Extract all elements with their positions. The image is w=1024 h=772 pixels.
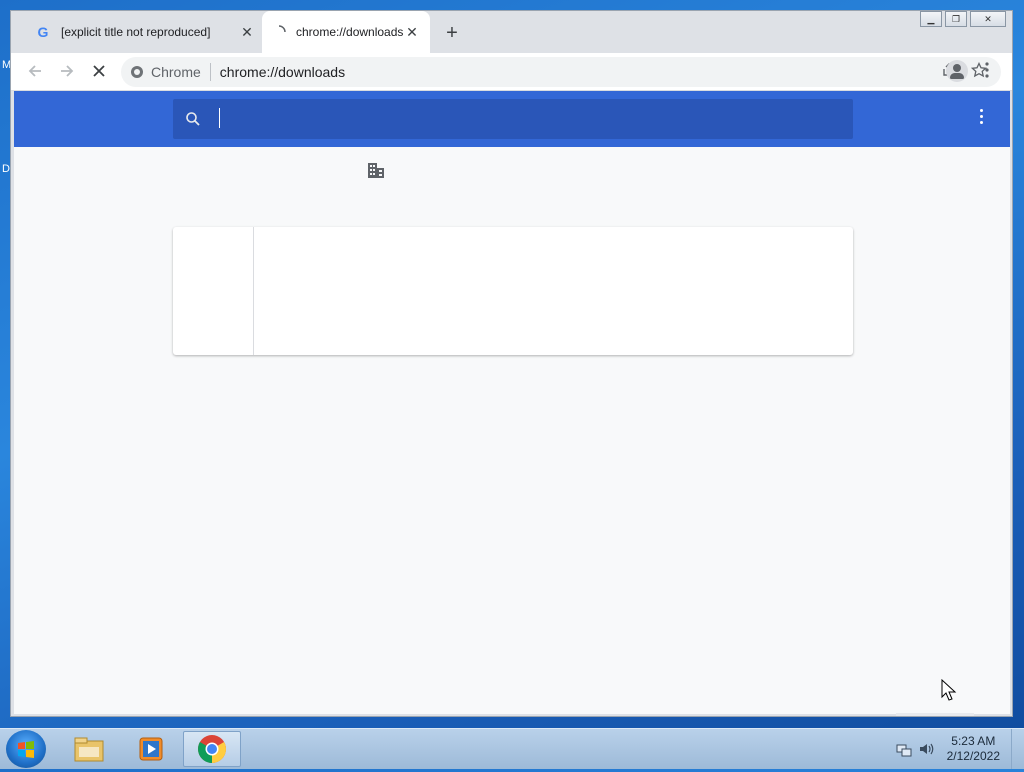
back-button[interactable]	[25, 62, 45, 82]
tab-downloads[interactable]: chrome://downloads ✕	[262, 11, 430, 53]
new-tab-button[interactable]: +	[441, 23, 463, 43]
file-explorer-icon	[74, 737, 104, 762]
stop-loading-button[interactable]	[89, 62, 109, 82]
stop-x-icon	[93, 65, 105, 77]
taskbar: 5:23 AM 2/12/2022	[0, 728, 1024, 769]
tab-close-icon[interactable]: ✕	[239, 24, 255, 41]
chrome-page-icon	[131, 66, 143, 78]
google-g-icon: G	[37, 24, 49, 40]
downloads-more-button[interactable]	[978, 109, 984, 129]
clock-time: 5:23 AM	[951, 734, 996, 748]
media-player-icon	[139, 737, 163, 761]
network-icon[interactable]	[896, 741, 912, 757]
system-tray: 5:23 AM 2/12/2022	[884, 729, 1024, 769]
clock-date: 2/12/2022	[946, 749, 1000, 763]
taskbar-clock[interactable]: 5:23 AM 2/12/2022	[947, 734, 1000, 764]
tab-title: chrome://downloads	[296, 25, 404, 39]
site-label: Chrome	[151, 64, 201, 80]
chrome-icon	[198, 735, 226, 763]
mouse-cursor-icon	[941, 679, 957, 701]
tab-strip: G [explicit title not reproduced] ✕ chro…	[11, 11, 1012, 53]
chrome-menu-button[interactable]	[977, 62, 997, 82]
profile-avatar-icon[interactable]	[946, 60, 968, 82]
forward-arrow-icon	[61, 65, 74, 77]
browser-toolbar: Chrome chrome://downloads	[11, 53, 1012, 91]
download-item-card[interactable]	[173, 227, 853, 355]
taskbar-media-player[interactable]	[122, 731, 180, 767]
forward-button[interactable]	[57, 62, 77, 82]
desktop-icon-label[interactable]: D	[2, 163, 10, 175]
address-bar[interactable]: Chrome chrome://downloads	[121, 57, 1001, 87]
download-file-icon-area	[173, 227, 254, 355]
search-icon	[186, 112, 200, 126]
tab-close-icon[interactable]: ✕	[404, 24, 420, 41]
kebab-menu-icon	[985, 62, 989, 78]
page-bottom-edge	[896, 713, 974, 716]
back-arrow-icon	[28, 65, 41, 77]
windows-flag-icon	[18, 741, 34, 758]
omnibox-separator	[209, 63, 211, 81]
start-button[interactable]	[6, 730, 46, 768]
chrome-window: ▁ ❐ ✕ G [explicit title not reproduced] …	[10, 10, 1013, 717]
url-text[interactable]: chrome://downloads	[220, 64, 345, 80]
downloads-header	[14, 91, 1010, 147]
tab-google-search[interactable]: G [explicit title not reproduced] ✕	[25, 11, 265, 53]
loading-spinner-icon	[278, 25, 286, 33]
tab-title: [explicit title not reproduced]	[61, 25, 211, 39]
site-info[interactable]: Chrome	[131, 64, 201, 80]
taskbar-chrome[interactable]	[183, 731, 241, 767]
managed-by-organization-icon	[368, 163, 384, 178]
volume-icon[interactable]	[918, 741, 934, 757]
downloads-page	[14, 91, 1010, 714]
taskbar-file-explorer[interactable]	[60, 731, 118, 767]
search-input[interactable]	[217, 108, 841, 132]
downloads-search-box[interactable]	[173, 99, 853, 139]
show-desktop-button[interactable]	[1011, 729, 1024, 769]
text-caret	[219, 108, 220, 128]
